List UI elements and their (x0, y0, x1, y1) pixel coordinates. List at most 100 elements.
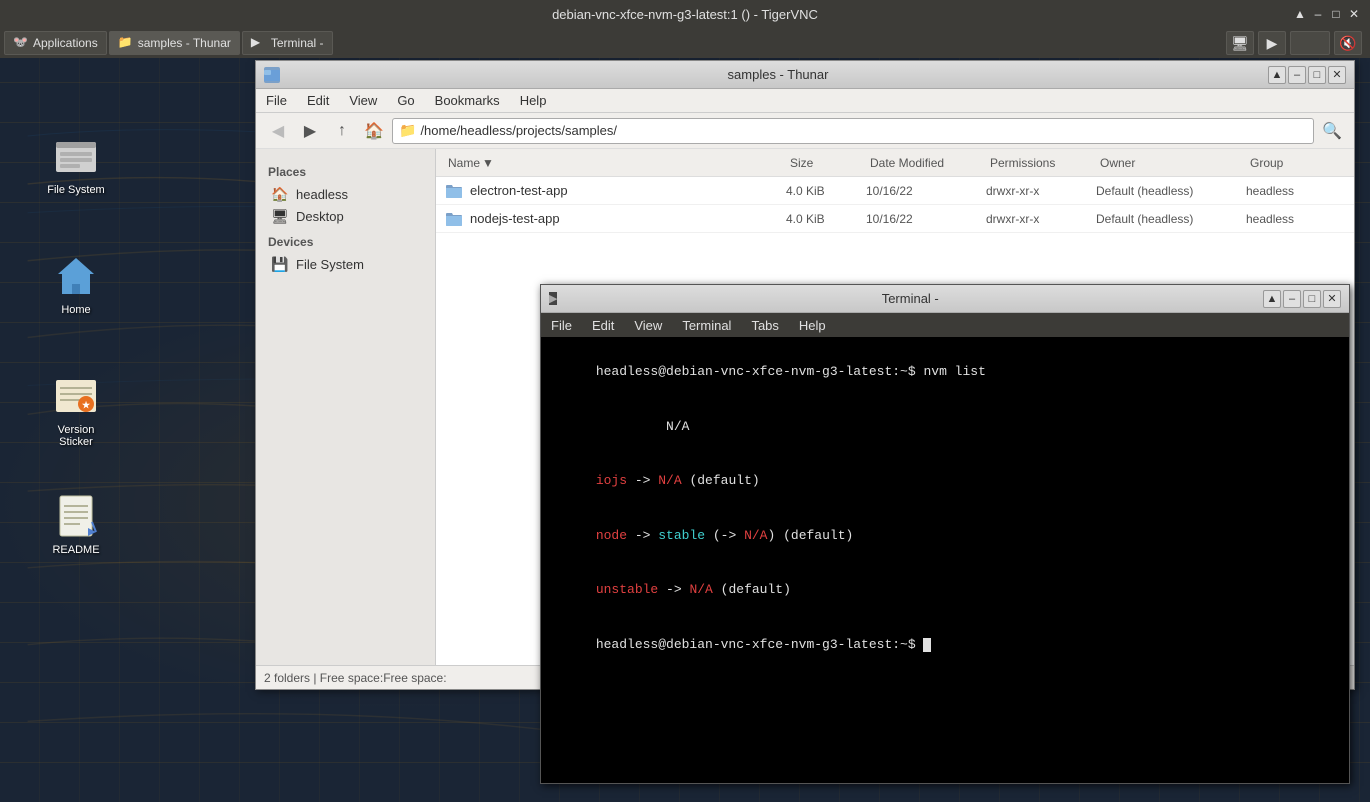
vnc-minimize[interactable]: ▲ (1292, 6, 1308, 22)
terminal-maximize[interactable]: □ (1303, 290, 1321, 308)
thunar-icon: 📁 (118, 35, 134, 51)
home-icon (52, 252, 100, 300)
terminal-close[interactable]: ✕ (1323, 290, 1341, 308)
search-button[interactable]: 🔍 (1318, 117, 1346, 145)
location-bar[interactable]: 📁 /home/headless/projects/samples/ (392, 118, 1314, 144)
taskbar-terminal-icon[interactable]: ▶ (1258, 31, 1286, 55)
home-button[interactable]: 🏠 (360, 117, 388, 145)
table-row[interactable]: electron-test-app 4.0 KiB 10/16/22 drwxr… (436, 177, 1354, 205)
terminal-window-controls: ▲ – □ ✕ (1263, 290, 1341, 308)
version-sticker-label: VersionSticker (58, 424, 95, 448)
thunar-close[interactable]: ✕ (1328, 66, 1346, 84)
desktop-sidebar-icon: 🖥 (272, 208, 288, 224)
sort-indicator: ▼ (482, 156, 494, 170)
terminal-line-3: iojs -> N/A (default) (549, 454, 1341, 509)
desktop-icon-readme[interactable]: README (36, 488, 116, 560)
thunar-menu-view[interactable]: View (343, 91, 383, 110)
places-header: Places (256, 161, 435, 183)
terminal-content[interactable]: headless@debian-vnc-xfce-nvm-g3-latest:~… (541, 337, 1349, 783)
file-date-cell: 10/16/22 (866, 184, 986, 198)
thunar-tab-label: samples - Thunar (138, 36, 231, 50)
thunar-menu-help[interactable]: Help (514, 91, 553, 110)
statusbar-text: 2 folders | Free space: (264, 671, 383, 685)
col-header-owner[interactable]: Owner (1096, 154, 1246, 172)
vnc-restore[interactable]: – (1310, 6, 1326, 22)
vnc-maximize[interactable]: □ (1328, 6, 1344, 22)
taskbar-spacer1 (1290, 31, 1330, 55)
taskbar-left: 🐭 Applications 📁 samples - Thunar ▶ Term… (0, 31, 1226, 55)
terminal-menu-terminal[interactable]: Terminal (676, 316, 737, 335)
sidebar-item-headless[interactable]: 🏠 headless (256, 183, 435, 205)
taskbar-monitor-icon[interactable]: 🖥 (1226, 31, 1254, 55)
thunar-maximize[interactable]: □ (1308, 66, 1326, 84)
file-owner-cell: Default (headless) (1096, 184, 1246, 198)
file-perms-cell: drwxr-xr-x (986, 184, 1096, 198)
sidebar-desktop-label: Desktop (296, 209, 344, 224)
thunar-menu-edit[interactable]: Edit (301, 91, 335, 110)
home-label: Home (61, 304, 90, 316)
table-row[interactable]: nodejs-test-app 4.0 KiB 10/16/22 drwxr-x… (436, 205, 1354, 233)
thunar-window-icon (264, 67, 280, 83)
thunar-menu-file[interactable]: File (260, 91, 293, 110)
desktop-icon-filesystem[interactable]: File System (36, 128, 116, 200)
file-folder-icon (444, 181, 464, 201)
thunar-restore[interactable]: – (1288, 66, 1306, 84)
svg-text:★: ★ (82, 400, 91, 410)
terminal-title-text: Terminal - (557, 291, 1263, 306)
thunar-taskbar-button[interactable]: 📁 samples - Thunar (109, 31, 240, 55)
file-name-cell: electron-test-app (444, 181, 786, 201)
back-button[interactable]: ◀ (264, 117, 292, 145)
applications-label: Applications (33, 36, 98, 50)
statusbar-freespace: Free space: (383, 671, 446, 685)
thunar-toolbar: ◀ ▶ ↑ 🏠 📁 /home/headless/projects/sample… (256, 113, 1354, 149)
desktop-icon-home[interactable]: Home (36, 248, 116, 320)
taskbar-volume-icon[interactable]: 🔇 (1334, 31, 1362, 55)
thunar-menu-bookmarks[interactable]: Bookmarks (429, 91, 506, 110)
terminal-menu-file[interactable]: File (545, 316, 578, 335)
terminal-taskbar-button[interactable]: ▶ Terminal - (242, 31, 333, 55)
terminal-line-2: N/A (549, 400, 1341, 455)
file-date-cell: 10/16/22 (866, 212, 986, 226)
taskbar: 🐭 Applications 📁 samples - Thunar ▶ Term… (0, 28, 1370, 58)
terminal-menu-help[interactable]: Help (793, 316, 832, 335)
terminal-menu-view[interactable]: View (628, 316, 668, 335)
terminal-minimize[interactable]: ▲ (1263, 290, 1281, 308)
col-header-size[interactable]: Size (786, 154, 866, 172)
sidebar-item-filesystem[interactable]: 💾 File System (256, 253, 435, 275)
desktop-icon-version-sticker[interactable]: ★ VersionSticker (36, 368, 116, 452)
vnc-close[interactable]: ✕ (1346, 6, 1362, 22)
terminal-menu-tabs[interactable]: Tabs (745, 316, 784, 335)
terminal-taskbar-icon: ▶ (251, 35, 267, 51)
terminal-window-icon: ▶ (549, 292, 557, 305)
thunar-sidebar: Places 🏠 headless 🖥 Desktop Devices 💾 Fi… (256, 149, 436, 665)
terminal-restore[interactable]: – (1283, 290, 1301, 308)
terminal-window: ▶ Terminal - ▲ – □ ✕ File Edit View Term… (540, 284, 1350, 784)
thunar-menu-go[interactable]: Go (391, 91, 420, 110)
forward-button[interactable]: ▶ (296, 117, 324, 145)
sidebar-filesystem-label: File System (296, 257, 364, 272)
file-column-headers: Name ▼ Size Date Modified Permissions Ow… (436, 149, 1354, 177)
terminal-menu-edit[interactable]: Edit (586, 316, 620, 335)
terminal-menubar: File Edit View Terminal Tabs Help (541, 313, 1349, 337)
readme-icon (52, 492, 100, 540)
up-button[interactable]: ↑ (328, 117, 356, 145)
col-header-date[interactable]: Date Modified (866, 154, 986, 172)
terminal-line-4: node -> stable (-> N/A) (default) (549, 509, 1341, 564)
thunar-window-controls: ▲ – □ ✕ (1268, 66, 1346, 84)
col-header-group[interactable]: Group (1246, 154, 1346, 172)
file-group-cell: headless (1246, 212, 1346, 226)
terminal-titlebar: ▶ Terminal - ▲ – □ ✕ (541, 285, 1349, 313)
readme-label: README (52, 544, 99, 556)
sidebar-item-desktop[interactable]: 🖥 Desktop (256, 205, 435, 227)
location-path: /home/headless/projects/samples/ (420, 123, 617, 138)
vnc-title: debian-vnc-xfce-nvm-g3-latest:1 () - Tig… (552, 7, 818, 22)
taskbar-right: 🖥 ▶ 🔇 (1226, 31, 1370, 55)
vnc-titlebar: debian-vnc-xfce-nvm-g3-latest:1 () - Tig… (0, 0, 1370, 28)
applications-menu-button[interactable]: 🐭 Applications (4, 31, 107, 55)
col-header-name[interactable]: Name ▼ (444, 154, 786, 172)
headless-icon: 🏠 (272, 186, 288, 202)
file-size-cell: 4.0 KiB (786, 212, 866, 226)
thunar-minimize[interactable]: ▲ (1268, 66, 1286, 84)
thunar-titlebar: samples - Thunar ▲ – □ ✕ (256, 61, 1354, 89)
col-header-permissions[interactable]: Permissions (986, 154, 1096, 172)
